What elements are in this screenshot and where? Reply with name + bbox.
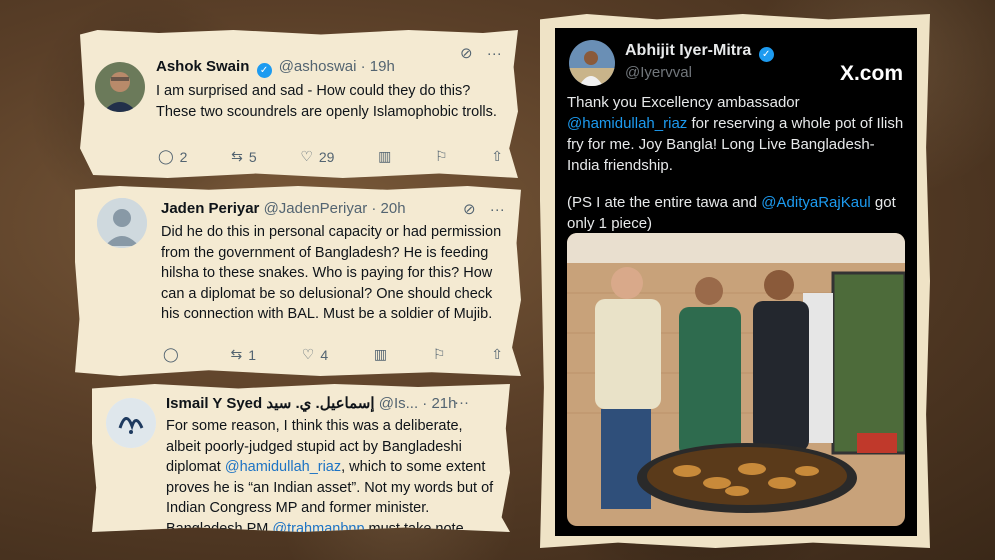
reply-icon: ◯: [158, 148, 174, 164]
author-handle[interactable]: @JadenPeriyar: [264, 200, 368, 217]
author-handle[interactable]: @ashoswai: [279, 58, 357, 75]
views-button[interactable]: ▥: [374, 346, 387, 363]
more-icon[interactable]: ···: [454, 394, 469, 411]
author-name[interactable]: Ismail Y Syed إسماعيل. ي. سيد: [166, 395, 375, 412]
mention-link[interactable]: @hamidullah_riaz: [567, 115, 687, 132]
bookmark-icon: ⚐: [435, 148, 448, 164]
avatar[interactable]: [97, 198, 147, 248]
share-icon: ⇧: [491, 346, 503, 362]
avatar[interactable]: [95, 62, 145, 112]
views-icon: ▥: [378, 148, 392, 164]
mention-link[interactable]: @AdityaRajKaul: [761, 194, 870, 211]
avatar[interactable]: [106, 398, 156, 448]
tweet-card-3: Ismail Y Syed إسماعيل. ي. سيد @Is... · 2…: [92, 384, 510, 532]
author-handle[interactable]: @Is...: [379, 395, 418, 412]
more-icon[interactable]: ···: [487, 45, 502, 62]
verified-icon: ✓: [256, 63, 272, 78]
avatar[interactable]: [569, 40, 615, 86]
author-name[interactable]: Ashok Swain: [156, 58, 249, 75]
grok-icon[interactable]: ⊘: [463, 201, 476, 218]
reply-button[interactable]: ◯: [163, 346, 185, 363]
bookmark-button[interactable]: ⚐: [433, 346, 446, 363]
like-button[interactable]: ♡ 29: [300, 148, 334, 165]
main-tweet: Abhijit Iyer-Mitra ✓ @Iyervval X.com Tha…: [555, 28, 917, 536]
author-handle[interactable]: @Iyervval: [625, 64, 692, 81]
tweet-text: I am surprised and sad - How could they …: [156, 83, 497, 120]
share-button[interactable]: ⇧: [491, 148, 503, 165]
bookmark-button[interactable]: ⚐: [435, 148, 448, 165]
tweet-text: Did he do this in personal capacity or h…: [161, 224, 502, 322]
tweet-time[interactable]: · 20h: [371, 200, 405, 217]
views-icon: ▥: [373, 346, 388, 362]
tweet-text: Thank you Excellency ambassador @hamidul…: [567, 94, 904, 232]
like-button[interactable]: ♡ 4: [302, 346, 328, 363]
repost-icon: ⇆: [231, 148, 243, 164]
share-icon: ⇧: [491, 148, 503, 164]
reply-icon: ◯: [163, 346, 179, 362]
views-button[interactable]: ▥: [378, 148, 391, 165]
tweet-text: For some reason, I think this was a deli…: [166, 418, 494, 537]
like-icon: ♡: [300, 148, 313, 164]
x-logo: X.com: [839, 62, 903, 85]
tweet-card-2: Jaden Periyar @JadenPeriyar · 20h ⊘ ··· …: [75, 186, 521, 376]
repost-icon: ⇆: [230, 346, 243, 362]
author-name[interactable]: Jaden Periyar: [161, 200, 259, 217]
grok-icon[interactable]: ⊘: [460, 45, 473, 62]
share-button[interactable]: ⇧: [491, 346, 503, 363]
more-icon[interactable]: ···: [490, 201, 505, 218]
tweet-photo[interactable]: [567, 233, 905, 526]
like-icon: ♡: [301, 346, 315, 362]
repost-button[interactable]: ⇆ 5: [231, 148, 257, 165]
repost-button[interactable]: ⇆ 1: [230, 346, 256, 363]
author-name[interactable]: Abhijit Iyer-Mitra: [625, 42, 751, 59]
verified-icon: ✓: [758, 47, 774, 62]
mention-link[interactable]: @hamidullah_riaz: [225, 459, 341, 475]
tweet-card-1: Ashok Swain ✓ @ashoswai · 19h ⊘ ··· I am…: [80, 30, 518, 178]
bookmark-icon: ⚐: [432, 346, 446, 362]
tweet-time[interactable]: · 19h: [361, 58, 395, 75]
reply-button[interactable]: ◯ 2: [158, 148, 187, 165]
tweet-time[interactable]: · 21h: [422, 395, 456, 412]
